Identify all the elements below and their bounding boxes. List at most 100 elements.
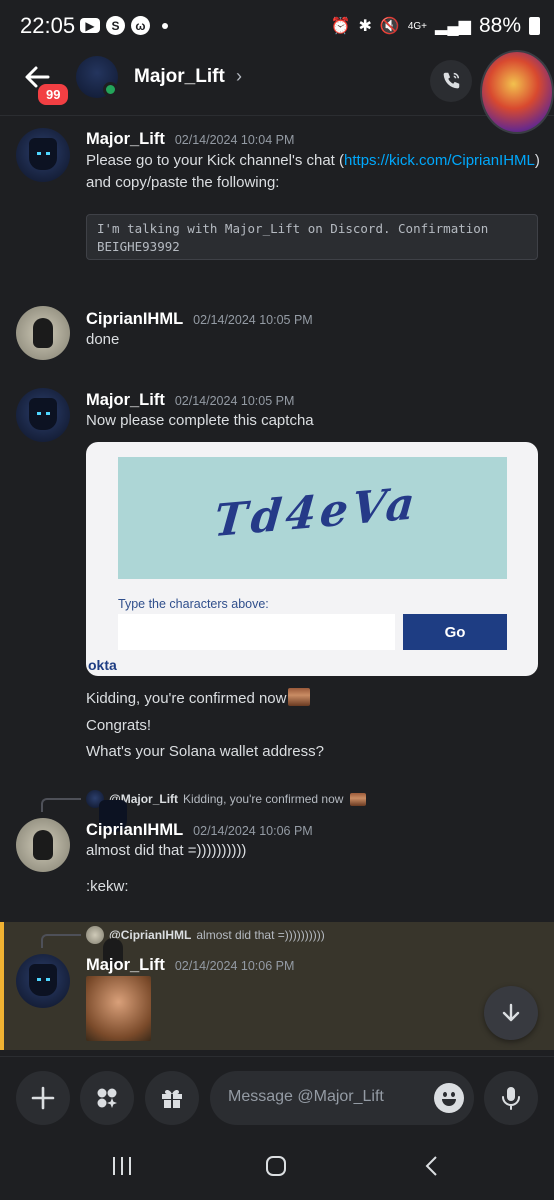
reply-reference[interactable]: @CiprianIHML almost did that =)))))))))) — [86, 926, 325, 968]
arrow-down-icon — [502, 1003, 520, 1022]
message-author[interactable]: Major_Lift — [86, 391, 165, 410]
dm-header: 99 Major_Lift › — [0, 50, 554, 134]
message-text: Kidding, you're confirmed now — [86, 688, 311, 710]
message-timestamp: 02/14/2024 10:04 PM — [174, 133, 295, 147]
online-status-dot — [103, 82, 118, 97]
alarm-icon: ⏰ — [330, 18, 351, 35]
message-text-part: Kidding, you're confirmed now — [86, 690, 287, 707]
custom-emoji-icon — [350, 792, 367, 806]
avatar-eye — [37, 412, 41, 415]
message-text: Please go to your Kick channel's chat (h… — [86, 150, 540, 172]
message-timestamp: 02/14/2024 10:06 PM — [174, 959, 295, 973]
app-notification-icon: ω — [131, 16, 150, 35]
floating-chat-head-avatar[interactable] — [480, 50, 554, 134]
youtube-icon: ▶ — [80, 18, 100, 33]
message-text: almost did that =)))))))))) — [86, 842, 247, 859]
battery-icon — [529, 17, 540, 35]
avatar-eye — [46, 978, 50, 981]
message-text: done — [86, 331, 120, 348]
reply-avatar — [86, 926, 123, 968]
recent-apps-button[interactable] — [110, 1154, 134, 1185]
home-icon — [266, 1156, 286, 1176]
message-text-part: ) — [534, 152, 540, 169]
voice-call-button[interactable] — [430, 60, 472, 102]
message-input-placeholder: Message @Major_Lift — [228, 1088, 384, 1105]
message-timestamp: 02/14/2024 10:05 PM — [193, 313, 313, 327]
message-timestamp: 02/14/2024 10:06 PM — [193, 824, 313, 838]
message-header: Major_Lift 02/14/2024 10:04 PM — [86, 130, 294, 149]
reply-connector — [41, 798, 81, 812]
captcha-input — [118, 614, 395, 650]
message-author[interactable]: CiprianIHML — [86, 310, 183, 329]
message-header: CiprianIHML 02/14/2024 10:06 PM — [86, 821, 313, 840]
jump-to-bottom-button[interactable] — [484, 986, 538, 1040]
message-list[interactable]: Major_Lift 02/14/2024 10:04 PM Please go… — [0, 116, 554, 1050]
message-author[interactable]: Major_Lift — [86, 130, 165, 149]
message-input[interactable]: Message @Major_Lift — [210, 1071, 474, 1125]
shazam-icon: S — [106, 16, 125, 35]
signal-icon: ▂▄▆ — [435, 18, 471, 35]
reply-text: almost did that =)))))))))) — [196, 928, 325, 942]
message-text: and copy/paste the following: — [86, 174, 280, 191]
avatar-eye — [37, 152, 41, 155]
system-navigation-bar — [0, 1136, 554, 1200]
avatar[interactable] — [16, 954, 70, 1008]
message-text: Congrats! — [86, 717, 152, 734]
attach-button[interactable] — [16, 1071, 70, 1125]
reply-avatar — [86, 790, 127, 832]
captcha-go-button: Go — [403, 614, 507, 650]
message-header: CiprianIHML 02/14/2024 10:05 PM — [86, 310, 313, 329]
microphone-icon — [502, 1087, 520, 1110]
chevron-right-icon: › — [236, 66, 242, 86]
status-bar: 22:05 ▶ S ω ⏰ ✱ 🔇 4G+ ▂▄▆ 88% — [0, 0, 554, 52]
reply-connector — [41, 934, 81, 948]
mute-icon: 🔇 — [379, 18, 400, 35]
avatar[interactable] — [16, 306, 70, 360]
code-line: I'm talking with Major_Lift on Discord. … — [97, 221, 489, 236]
apps-button[interactable] — [80, 1071, 134, 1125]
header-title[interactable]: Major_Lift — [134, 66, 225, 88]
more-notifications-icon — [162, 22, 168, 29]
avatar[interactable] — [16, 128, 70, 182]
reply-text: Kidding, you're confirmed now — [183, 792, 344, 806]
captcha-image-attachment[interactable]: Td4eVa Type the characters above: Go okt… — [86, 442, 538, 676]
avatar-eye — [46, 152, 50, 155]
message-author[interactable]: CiprianIHML — [86, 821, 183, 840]
okta-logo: okta — [88, 657, 117, 673]
avatar[interactable] — [16, 818, 70, 872]
voice-message-button[interactable] — [484, 1071, 538, 1125]
gift-icon — [162, 1089, 182, 1108]
apps-icon — [97, 1088, 117, 1108]
code-block[interactable]: I'm talking with Major_Lift on Discord. … — [86, 214, 538, 260]
code-line: BEIGHE93992 — [97, 239, 180, 254]
message-header: Major_Lift 02/14/2024 10:05 PM — [86, 391, 294, 410]
unread-badge: 99 — [36, 82, 71, 107]
plus-icon — [31, 1086, 55, 1110]
chevron-left-icon — [425, 1156, 437, 1176]
status-time: 22:05 — [20, 13, 76, 38]
home-button[interactable] — [264, 1154, 288, 1185]
network-type-icon: 4G+ — [407, 20, 428, 32]
avatar-eye — [37, 978, 41, 981]
message-author[interactable]: Major_Lift — [86, 956, 165, 975]
avatar-eye — [46, 412, 50, 415]
message-text: :kekw: — [86, 878, 129, 895]
captcha-image: Td4eVa — [118, 457, 507, 579]
message-text-part: Please go to your Kick channel's chat ( — [86, 152, 345, 169]
phone-icon — [443, 72, 460, 89]
message-text: Now please complete this captcha — [86, 412, 314, 429]
reply-reference[interactable]: @Major_Lift Kidding, you're confirmed no… — [86, 790, 367, 832]
recent-apps-icon — [113, 1157, 131, 1175]
message-composer: Message @Major_Lift — [0, 1056, 554, 1136]
emoji-icon-mouth — [442, 1099, 456, 1106]
system-back-button[interactable] — [420, 1154, 444, 1185]
kick-channel-link[interactable]: https://kick.com/CiprianIHML — [344, 152, 535, 169]
gift-button[interactable] — [145, 1071, 199, 1125]
message-text: What's your Solana wallet address? — [86, 743, 324, 760]
avatar[interactable] — [16, 388, 70, 442]
battery-percent: 88% — [478, 14, 521, 37]
captcha-characters: Td4eVa — [212, 477, 421, 548]
custom-emoji-icon[interactable] — [288, 688, 311, 706]
emoji-icon[interactable] — [434, 1083, 464, 1113]
meme-image-attachment[interactable] — [86, 976, 151, 1041]
